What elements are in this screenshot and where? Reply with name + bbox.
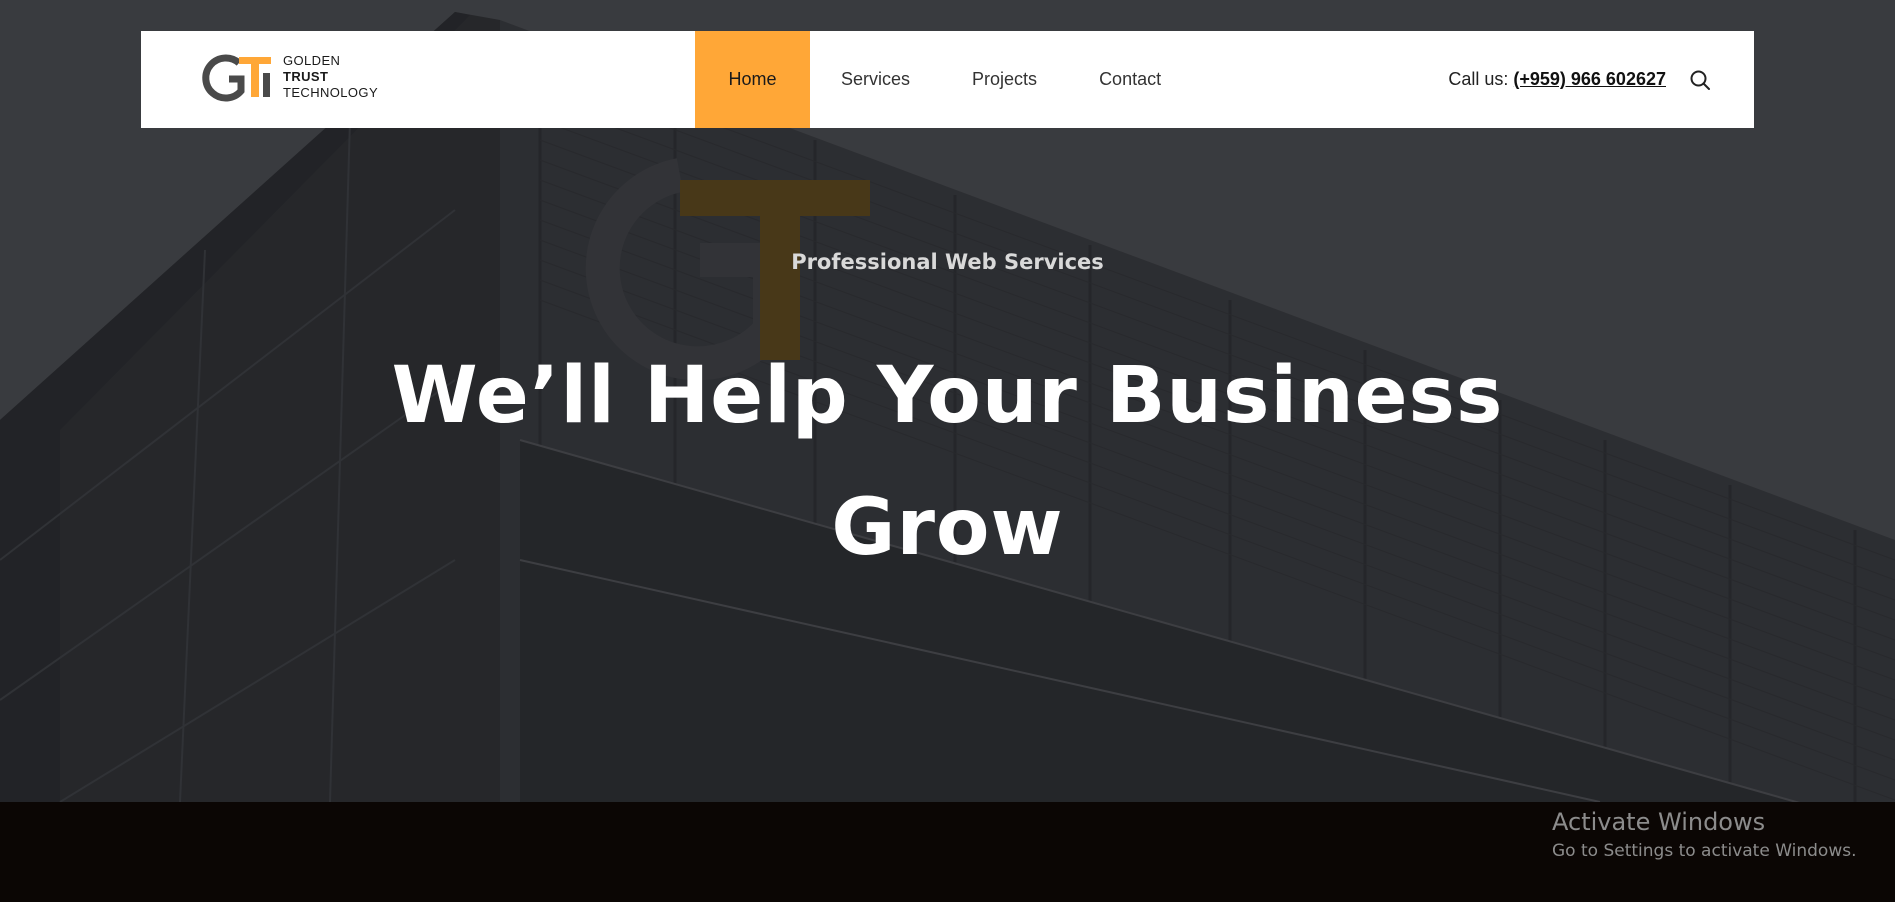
logo-line-technology: TECHNOLOGY xyxy=(283,85,379,100)
main-nav: Home Services Projects Contact xyxy=(695,31,1192,128)
search-button[interactable] xyxy=(1688,68,1712,92)
site-header: GOLDEN TRUST TECHNOLOGY Home Services Pr… xyxy=(141,31,1754,128)
hero-eyebrow: Professional Web Services xyxy=(791,250,1104,274)
nav-item-projects[interactable]: Projects xyxy=(941,31,1068,128)
nav-item-services[interactable]: Services xyxy=(810,31,941,128)
logo-line-trust: TRUST xyxy=(283,69,329,84)
logo-line-golden: GOLDEN xyxy=(283,53,341,68)
activate-windows-subtitle: Go to Settings to activate Windows. xyxy=(1552,841,1857,861)
call-us: Call us: (+959) 966 602627 xyxy=(1448,31,1666,128)
search-icon xyxy=(1690,70,1710,90)
nav-item-home[interactable]: Home xyxy=(695,31,810,128)
logo-mark-icon xyxy=(202,54,271,102)
logo[interactable]: GOLDEN TRUST TECHNOLOGY xyxy=(201,51,378,103)
phone-link[interactable]: (+959) 966 602627 xyxy=(1513,69,1666,90)
activate-windows-title: Activate Windows xyxy=(1552,808,1766,836)
logo-text: GOLDEN TRUST TECHNOLOGY xyxy=(283,53,378,101)
hero-headline: We’ll Help Your Business Grow xyxy=(391,351,1504,573)
nav-item-contact[interactable]: Contact xyxy=(1068,31,1192,128)
call-us-label: Call us: xyxy=(1448,69,1509,89)
